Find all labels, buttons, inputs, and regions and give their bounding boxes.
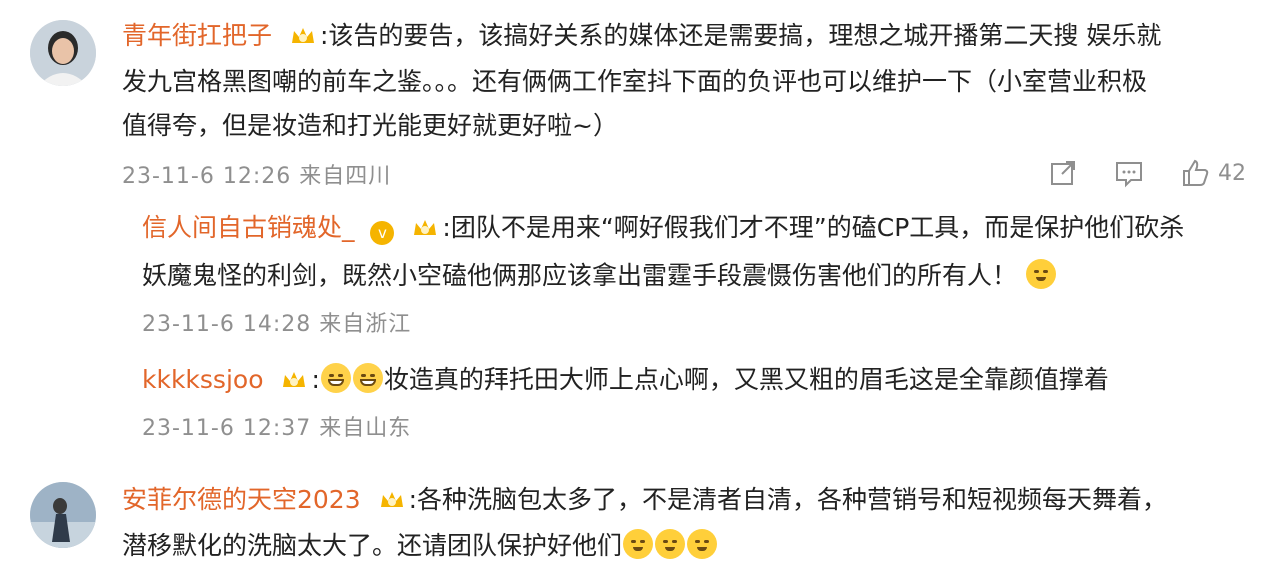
comment-actions: 42	[1048, 158, 1246, 188]
comment-line: 潜移默化的洗脑太大了。还请团队保护好他们	[122, 528, 718, 564]
like-button[interactable]	[1180, 158, 1210, 188]
avatar-image	[30, 20, 96, 86]
comment-meta: 23-11-6 14:28 来自浙江	[142, 312, 412, 337]
comment-button[interactable]	[1114, 158, 1144, 188]
sad-emoji	[623, 529, 654, 559]
avatar[interactable]	[30, 482, 96, 548]
verified-badge-icon: v	[370, 221, 395, 245]
crown-badge-icon	[283, 372, 306, 387]
comment-line: 安菲尔德的天空2023 :各种洗脑包太多了，不是清者自清，各种营销号和短视频每天…	[122, 482, 1167, 518]
reply-line: kkkkssjoo : 妆造真的拜托田大师上点心啊，又黑又粗的眉毛这是全靠颜值撑着	[142, 362, 1109, 398]
like-count: 42	[1218, 160, 1246, 186]
comment-line: 青年街扛把子 :该告的要告，该搞好关系的媒体还是需要搞，理想之城开播第二天搜 娱…	[122, 18, 1161, 54]
avatar-image	[30, 482, 96, 548]
sad-emoji	[655, 529, 686, 559]
laugh-emoji	[352, 363, 383, 393]
sad-emoji	[687, 529, 718, 559]
comment-text: :各种洗脑包太多了，不是清者自清，各种营销号和短视频每天舞着，	[408, 485, 1168, 514]
crown-badge-icon	[414, 220, 437, 235]
share-icon	[1051, 161, 1075, 185]
comment-icon	[1116, 162, 1142, 188]
username[interactable]: 安菲尔德的天空2023	[122, 485, 361, 514]
comment-meta: 23-11-6 12:26 来自四川	[122, 164, 392, 189]
avatar[interactable]	[30, 20, 96, 86]
comment-text: 值得夸，但是妆造和打光能更好就更好啦~）	[122, 111, 618, 140]
share-button[interactable]	[1048, 158, 1078, 188]
username[interactable]: 青年街扛把子	[122, 21, 272, 50]
colon: :	[311, 365, 320, 394]
crown-badge-icon	[291, 28, 314, 43]
comment-text: :该告的要告，该搞好关系的媒体还是需要搞，理想之城开播第二天搜 娱乐就	[319, 21, 1162, 50]
like-icon	[1183, 159, 1209, 186]
reply-line: 信人间自古销魂处_ v :团队不是用来“啊好假我们才不理”的磕CP工具，而是保护…	[142, 210, 1184, 246]
sad-emoji	[1025, 259, 1056, 289]
reply-line: 妖魔鬼怪的利剑，既然小空磕他俩那应该拿出雷霆手段震慑伤害他们的所有人！	[142, 258, 1057, 294]
comment-meta: 23-11-6 12:37 来自山东	[142, 416, 412, 441]
comment-text: 发九宫格黑图嘲的前车之鉴。。。还有俩俩工作室抖下面的负评也可以维护一下（小室营业…	[122, 67, 1148, 96]
comment-text: :团队不是用来“啊好假我们才不理”的磕CP工具，而是保护他们砍杀	[442, 213, 1185, 242]
comment-text: 妆造真的拜托田大师上点心啊，又黑又粗的眉毛这是全靠颜值撑着	[383, 365, 1109, 394]
username[interactable]: 信人间自古销魂处_	[142, 213, 355, 242]
comment-text: 妖魔鬼怪的利剑，既然小空磕他俩那应该拿出雷霆手段震慑伤害他们的所有人！	[142, 261, 1018, 290]
username[interactable]: kkkkssjoo	[142, 365, 264, 394]
laugh-emoji	[320, 363, 351, 393]
comment-text: 潜移默化的洗脑太大了。还请团队保护好他们	[122, 531, 623, 560]
crown-badge-icon	[380, 492, 403, 507]
